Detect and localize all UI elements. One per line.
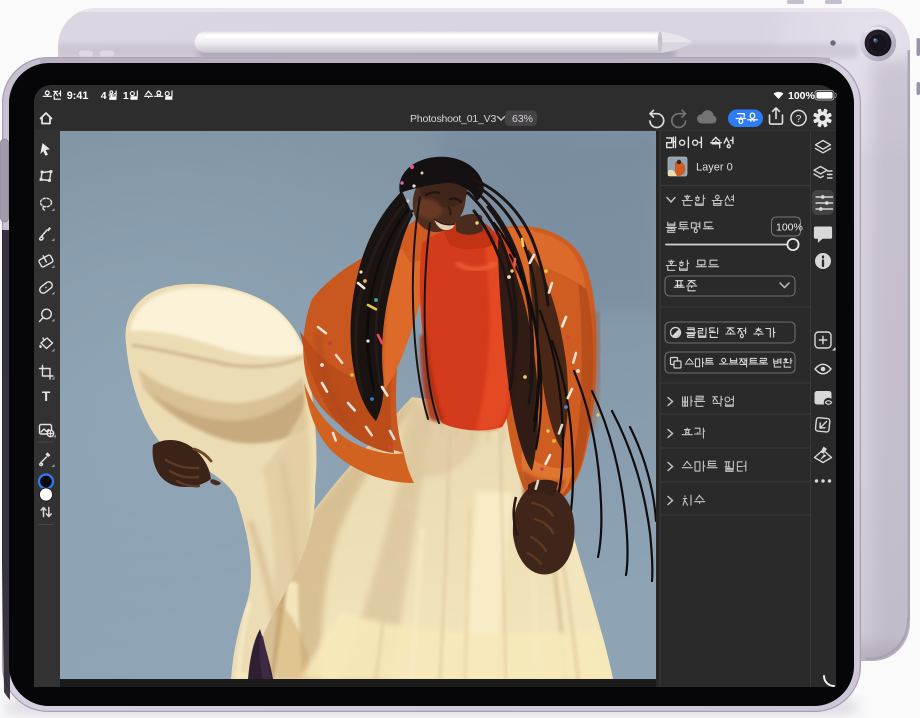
svg-text:100%: 100% bbox=[788, 90, 816, 102]
svg-text:Layer 0: Layer 0 bbox=[696, 162, 733, 174]
svg-text:?: ? bbox=[796, 114, 802, 125]
svg-text:9:41: 9:41 bbox=[67, 90, 89, 102]
svg-text:T: T bbox=[42, 389, 51, 404]
svg-text:100%: 100% bbox=[776, 222, 803, 234]
svg-text:4: 4 bbox=[101, 90, 107, 102]
svg-text:1: 1 bbox=[123, 90, 129, 102]
svg-text:Photoshoot_01_V3: Photoshoot_01_V3 bbox=[410, 113, 496, 125]
svg-text:63%: 63% bbox=[512, 113, 533, 125]
